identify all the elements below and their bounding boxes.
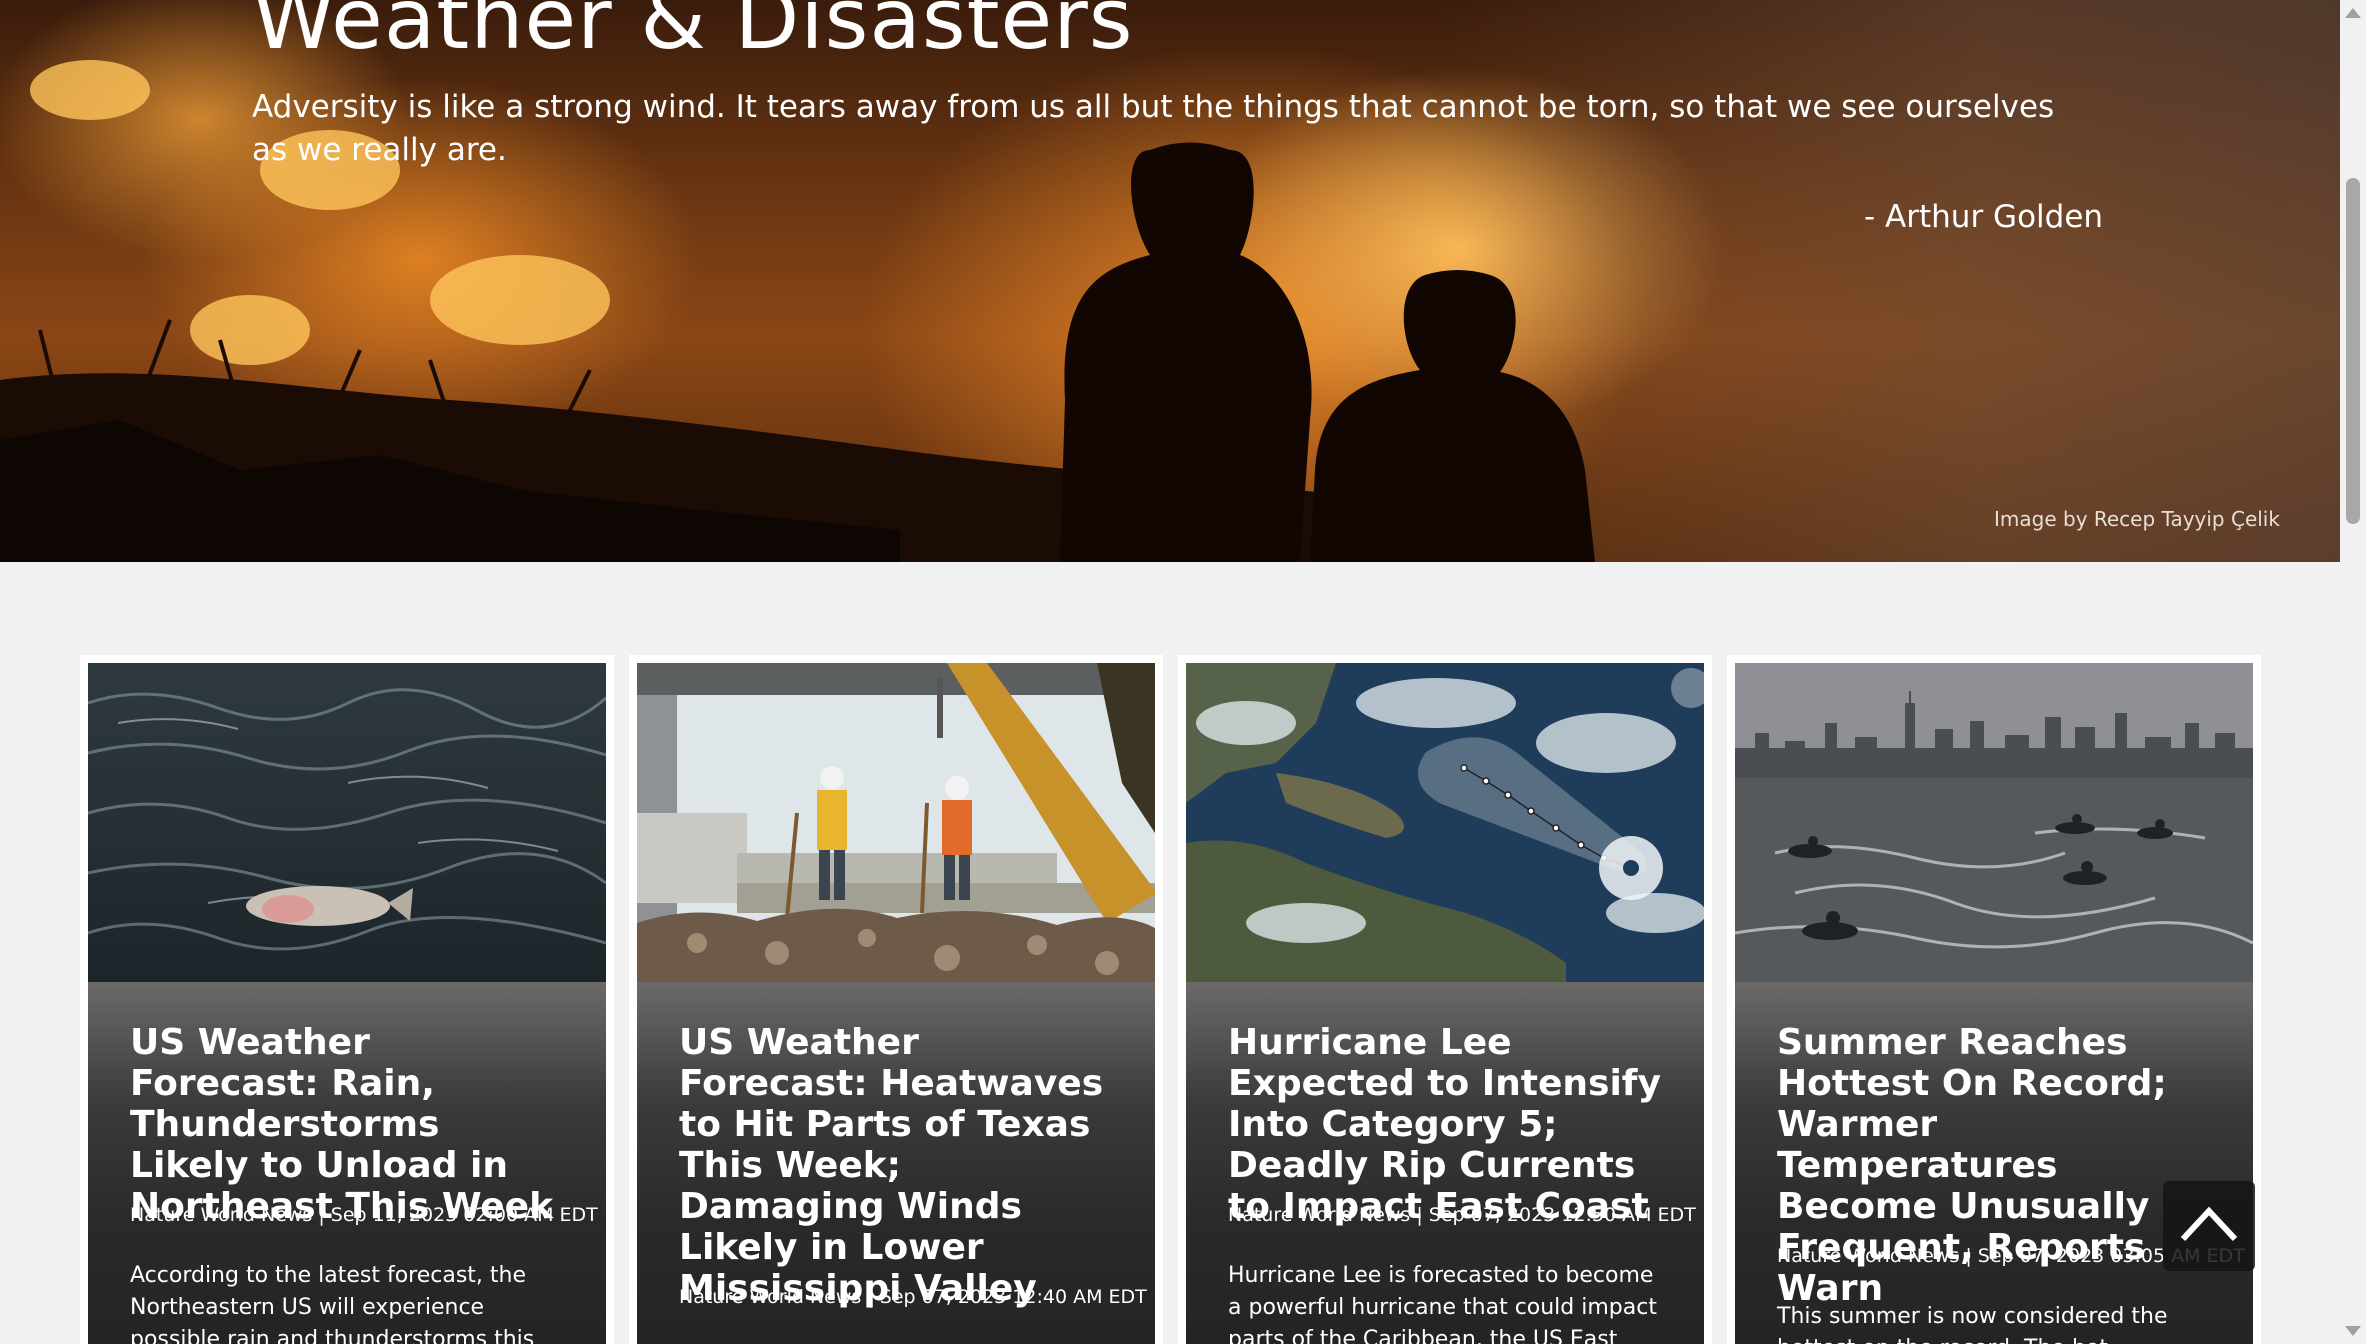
- article-excerpt: This summer is now considered the hottes…: [1777, 1304, 2168, 1344]
- article-thumbnail[interactable]: [1186, 663, 1704, 982]
- back-to-top-button[interactable]: [2163, 1181, 2255, 1271]
- jet-skis-city-skyline-image: [1735, 663, 2253, 982]
- article-thumbnail[interactable]: [88, 663, 606, 982]
- page-title: Weather & Disasters: [252, 0, 1134, 68]
- article-meta: Nature World News | Sep 07, 2023 12:50 A…: [1228, 1204, 1696, 1226]
- article-thumbnail[interactable]: [637, 663, 1155, 982]
- scrollbar-thumb[interactable]: [2346, 178, 2360, 524]
- article-title[interactable]: Hurricane Lee Expected to Intensify Into…: [1228, 1022, 1668, 1227]
- hero-banner: Weather & Disasters Adversity is like a …: [0, 0, 2340, 562]
- vertical-scrollbar[interactable]: [2340, 0, 2366, 1344]
- hurricane-satellite-map-image: [1186, 663, 1704, 982]
- article-title[interactable]: US Weather Forecast: Heatwaves to Hit Pa…: [679, 1022, 1119, 1309]
- article-excerpt: According to the latest forecast, the No…: [130, 1263, 535, 1344]
- article-thumbnail[interactable]: [1735, 663, 2253, 982]
- construction-workers-image: [637, 663, 1155, 982]
- article-meta: Nature World News | Sep 07, 2023 12:40 A…: [679, 1286, 1147, 1308]
- article-card[interactable]: Hurricane Lee Expected to Intensify Into…: [1178, 655, 1712, 1344]
- article-meta: Nature World News | Sep 11, 2023 02:00 A…: [130, 1204, 598, 1226]
- article-excerpt: Hurricane Lee is forecasted to become a …: [1228, 1263, 1657, 1344]
- hero-quote: Adversity is like a strong wind. It tear…: [252, 89, 2055, 168]
- quote-author: - Arthur Golden: [1864, 199, 2104, 235]
- article-body: Summer Reaches Hottest On Record; Warmer…: [1735, 982, 2253, 1344]
- article-body: US Weather Forecast: Heatwaves to Hit Pa…: [637, 982, 1155, 1344]
- scroll-down-arrow-icon[interactable]: [2345, 1326, 2361, 1336]
- article-body: Hurricane Lee Expected to Intensify Into…: [1186, 982, 1704, 1344]
- fish-in-water-image: [88, 663, 606, 982]
- hero-silhouette-image: [0, 60, 1595, 562]
- scroll-up-arrow-icon[interactable]: [2345, 8, 2361, 18]
- article-body: US Weather Forecast: Rain, Thunderstorms…: [88, 982, 606, 1344]
- article-card[interactable]: US Weather Forecast: Heatwaves to Hit Pa…: [629, 655, 1163, 1344]
- image-credit: Image by Recep Tayyip Çelik: [1994, 507, 2280, 531]
- chevron-up-icon: [2180, 1206, 2238, 1242]
- article-card[interactable]: US Weather Forecast: Rain, Thunderstorms…: [80, 655, 614, 1344]
- article-title[interactable]: US Weather Forecast: Rain, Thunderstorms…: [130, 1022, 570, 1227]
